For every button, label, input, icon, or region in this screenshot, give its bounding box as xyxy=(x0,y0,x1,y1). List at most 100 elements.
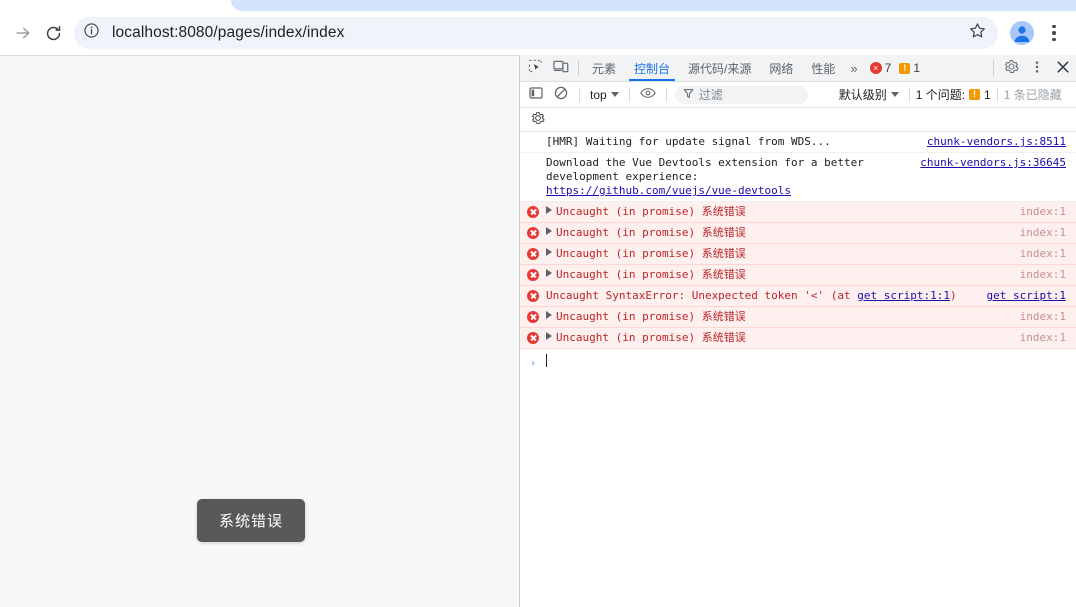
hidden-messages-label[interactable]: 1 条已隐藏 xyxy=(1004,86,1062,103)
device-toolbar-button[interactable] xyxy=(548,55,574,81)
console-message-error[interactable]: Uncaught (in promise) 系统错误 index:1 xyxy=(520,244,1076,265)
devtools-more-options-button[interactable] xyxy=(1024,55,1050,81)
console-settings-button[interactable] xyxy=(526,109,550,131)
page-viewport: 系统错误 xyxy=(0,55,519,607)
devtools-tabbar-right xyxy=(989,55,1076,81)
devtools-settings-button[interactable] xyxy=(998,55,1024,81)
tab-elements[interactable]: 元素 xyxy=(583,55,625,81)
inspect-cursor-icon xyxy=(528,59,543,77)
message-text: Uncaught SyntaxError: Unexpected token '… xyxy=(546,289,987,303)
browser-toolbar: localhost:8080/pages/index/index xyxy=(0,11,1076,55)
message-text: Uncaught (in promise) 系统错误 xyxy=(546,268,1020,282)
message-text: Uncaught (in promise) 系统错误 xyxy=(546,226,1020,240)
inspect-element-button[interactable] xyxy=(522,55,548,81)
vue-devtools-link[interactable]: https://github.com/vuejs/vue-devtools xyxy=(546,184,912,198)
console-message-error[interactable]: Uncaught (in promise) 系统错误 index:1 xyxy=(520,223,1076,244)
console-message-error[interactable]: Uncaught (in promise) 系统错误 index:1 xyxy=(520,307,1076,328)
javascript-context-selector[interactable]: top xyxy=(586,88,623,102)
message-gutter xyxy=(520,268,546,281)
expand-arrow-icon[interactable] xyxy=(546,206,552,214)
message-gutter xyxy=(520,135,546,136)
site-information-button[interactable] xyxy=(78,20,104,46)
url-text[interactable]: localhost:8080/pages/index/index xyxy=(104,24,964,42)
expand-arrow-icon[interactable] xyxy=(546,332,552,340)
tabbar-divider-right xyxy=(993,60,994,76)
console-message-list[interactable]: [HMR] Waiting for update signal from WDS… xyxy=(520,132,1076,607)
message-source[interactable]: get script:1 xyxy=(987,289,1076,303)
console-sidebar-toggle[interactable] xyxy=(524,84,548,106)
console-prompt[interactable]: › xyxy=(520,349,1076,371)
live-expression-button[interactable] xyxy=(636,84,660,106)
message-body-text: Uncaught (in promise) 系统错误 xyxy=(556,226,746,239)
inline-source-link[interactable]: get script:1:1 xyxy=(857,289,950,302)
expand-arrow-icon[interactable] xyxy=(546,227,552,235)
active-browser-tab[interactable] xyxy=(0,0,240,11)
expand-arrow-icon[interactable] xyxy=(546,269,552,277)
message-source[interactable]: index:1 xyxy=(1020,268,1076,282)
chrome-menu-button[interactable] xyxy=(1040,18,1068,48)
message-body-text: Uncaught SyntaxError: Unexpected token '… xyxy=(546,289,858,302)
issue-counters[interactable]: × 7 ! 1 xyxy=(864,55,929,81)
reload-icon xyxy=(44,24,63,43)
reload-button[interactable] xyxy=(38,18,68,48)
sidebar-panel-icon xyxy=(529,86,543,103)
more-tabs-button[interactable]: » xyxy=(844,55,863,81)
tab-console[interactable]: 控制台 xyxy=(625,55,679,81)
source-link[interactable]: chunk-vendors.js:36645 xyxy=(920,156,1066,169)
message-gutter xyxy=(520,310,546,323)
message-gutter xyxy=(520,226,546,239)
error-icon: × xyxy=(869,62,882,74)
message-source[interactable]: chunk-vendors.js:8511 xyxy=(927,135,1076,149)
device-toggle-icon xyxy=(553,59,569,77)
console-message-error[interactable]: Uncaught (in promise) 系统错误 index:1 xyxy=(520,328,1076,349)
profile-button[interactable] xyxy=(1006,17,1038,49)
console-message-info[interactable]: [HMR] Waiting for update signal from WDS… xyxy=(520,132,1076,153)
message-gutter xyxy=(520,247,546,260)
message-gutter xyxy=(520,205,546,218)
error-count: 7 xyxy=(884,61,892,75)
address-bar[interactable]: localhost:8080/pages/index/index xyxy=(74,17,998,49)
error-icon xyxy=(527,269,539,281)
message-gutter xyxy=(520,156,546,157)
message-source[interactable]: index:1 xyxy=(1020,226,1076,240)
console-message-error[interactable]: Uncaught SyntaxError: Unexpected token '… xyxy=(520,286,1076,307)
chevron-down-icon xyxy=(890,92,899,97)
source-link[interactable]: get script:1 xyxy=(987,289,1066,302)
log-level-selector[interactable]: 默认级别 xyxy=(835,86,903,103)
message-source[interactable]: index:1 xyxy=(1020,310,1076,324)
tab-performance[interactable]: 性能 xyxy=(802,55,844,81)
expand-arrow-icon[interactable] xyxy=(546,248,552,256)
message-text: Uncaught (in promise) 系统错误 xyxy=(546,205,1020,219)
error-icon xyxy=(527,248,539,260)
message-source[interactable]: index:1 xyxy=(1020,247,1076,261)
warning-count: 1 xyxy=(913,61,921,75)
browser-window: localhost:8080/pages/index/index 系统错误 元素… xyxy=(0,0,1076,607)
console-filter-input[interactable]: 过滤 xyxy=(674,85,808,104)
warning-counter[interactable]: ! 1 xyxy=(899,61,925,75)
expand-arrow-icon[interactable] xyxy=(546,311,552,319)
browser-tab-strip xyxy=(0,0,1076,11)
devtools-close-button[interactable] xyxy=(1050,55,1076,81)
issues-summary[interactable]: 1 个问题: ! 1 xyxy=(916,86,991,103)
eye-icon xyxy=(639,86,656,103)
message-body-text: Uncaught (in promise) 系统错误 xyxy=(556,331,746,344)
message-body-text: Uncaught (in promise) 系统错误 xyxy=(556,205,746,218)
tab-sources[interactable]: 源代码/来源 xyxy=(679,55,760,81)
console-toolbar-divider-1 xyxy=(579,87,580,102)
console-message-info[interactable]: Download the Vue Devtools extension for … xyxy=(520,153,1076,202)
console-message-error[interactable]: Uncaught (in promise) 系统错误 index:1 xyxy=(520,265,1076,286)
console-message-error[interactable]: Uncaught (in promise) 系统错误 index:1 xyxy=(520,202,1076,223)
error-icon xyxy=(527,332,539,344)
bookmark-button[interactable] xyxy=(964,20,990,46)
console-toolbar-divider-3 xyxy=(665,87,667,102)
source-link[interactable]: chunk-vendors.js:8511 xyxy=(927,135,1066,148)
message-source[interactable]: chunk-vendors.js:36645 xyxy=(920,156,1076,170)
error-counter[interactable]: × 7 xyxy=(869,61,897,75)
tab-network[interactable]: 网络 xyxy=(760,55,802,81)
message-source[interactable]: index:1 xyxy=(1020,331,1076,345)
context-label: top xyxy=(590,87,607,102)
console-input[interactable] xyxy=(546,354,547,371)
forward-button[interactable] xyxy=(8,18,38,48)
clear-console-button[interactable] xyxy=(549,84,573,106)
message-source[interactable]: index:1 xyxy=(1020,205,1076,219)
